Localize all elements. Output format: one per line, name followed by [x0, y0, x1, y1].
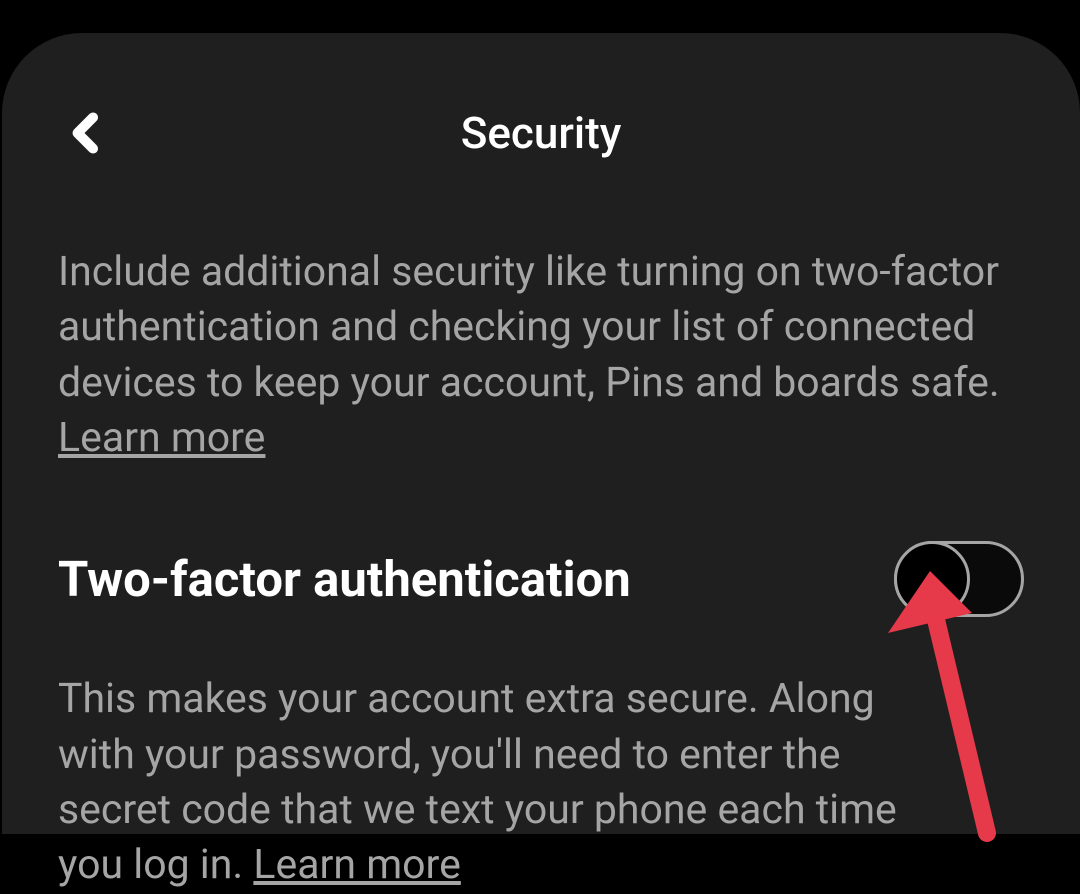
- twofa-section: Two-factor authentication This makes you…: [58, 541, 1024, 893]
- intro-learn-more-link[interactable]: Learn more: [58, 414, 265, 462]
- twofa-learn-more-link[interactable]: Learn more: [253, 841, 460, 889]
- intro-text: Include additional security like turning…: [58, 245, 1024, 466]
- page-title: Security: [461, 107, 622, 159]
- intro-body: Include additional security like turning…: [58, 248, 1000, 407]
- content-area: Include additional security like turning…: [2, 173, 1080, 894]
- security-panel: Security Include additional security lik…: [2, 33, 1080, 834]
- toggle-knob: [894, 541, 970, 617]
- twofa-title: Two-factor authentication: [58, 551, 631, 608]
- header-bar: Security: [2, 93, 1080, 173]
- twofa-desc-body: This makes your account extra secure. Al…: [58, 675, 897, 889]
- back-button[interactable]: [66, 113, 106, 153]
- chevron-left-icon: [69, 112, 103, 154]
- twofa-toggle[interactable]: [894, 541, 1024, 617]
- twofa-header-row: Two-factor authentication: [58, 541, 1024, 617]
- twofa-description: This makes your account extra secure. Al…: [58, 672, 938, 893]
